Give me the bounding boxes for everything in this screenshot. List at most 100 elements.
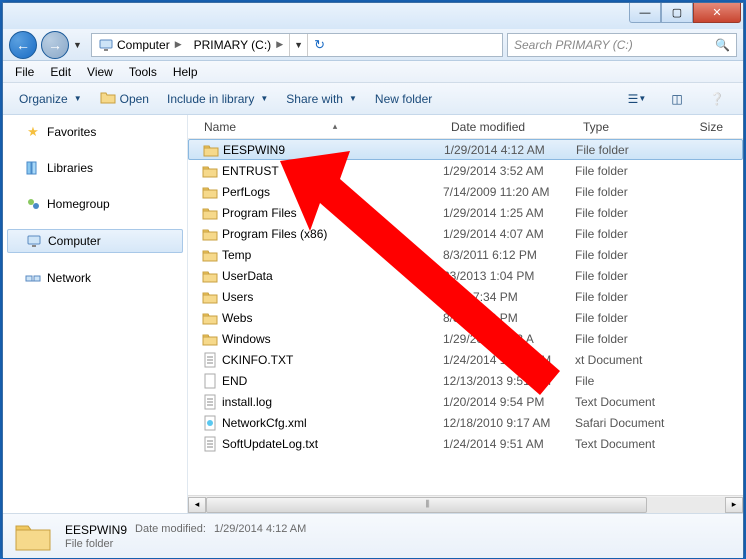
file-row[interactable]: SoftUpdateLog.txt1/24/2014 9:51 AMText D… — [188, 433, 743, 454]
menu-bar: File Edit View Tools Help — [3, 61, 743, 83]
xml-icon — [202, 415, 218, 431]
file-date: 1/29/2014 1:03 A — [443, 332, 575, 346]
homegroup-icon — [25, 196, 41, 212]
file-name: UserData — [222, 269, 273, 283]
nav-history-dropdown[interactable]: ▼ — [73, 40, 87, 50]
menu-tools[interactable]: Tools — [121, 63, 165, 81]
explorer-window: — ▢ ✕ ← → ▼ Computer ▶ PRIMARY (C:) ▶ ▼ … — [2, 2, 744, 557]
open-button[interactable]: Open — [92, 86, 157, 111]
txt-icon — [202, 394, 218, 410]
sidebar-libraries[interactable]: Libraries — [3, 157, 187, 179]
file-name: install.log — [222, 395, 272, 409]
folder-icon — [202, 268, 218, 284]
folder-icon — [202, 331, 218, 347]
file-row[interactable]: Windows1/29/2014 1:03 AFile folder — [188, 328, 743, 349]
file-row[interactable]: CKINFO.TXT1/24/2014 10:20 PM xt Document — [188, 349, 743, 370]
new-folder-button[interactable]: New folder — [367, 88, 440, 110]
file-date: 1/24/2014 10:20 PM — [443, 353, 575, 367]
file-date: 1/29/2014 4:07 AM — [443, 227, 575, 241]
file-date: 1/24/2014 9:51 AM — [443, 437, 575, 451]
file-row[interactable]: Webs8/31/2013 PMFile folder — [188, 307, 743, 328]
file-date: 8/31/2013 PM — [443, 311, 575, 325]
folder-icon — [202, 310, 218, 326]
file-date: 12/13/2013 9:51 PM — [443, 374, 575, 388]
network-icon — [25, 270, 41, 286]
minimize-button[interactable]: — — [629, 3, 661, 23]
details-pane: EESPWIN9 Date modified: 1/29/2014 4:12 A… — [3, 513, 743, 558]
file-name: Webs — [222, 311, 252, 325]
sidebar-network[interactable]: Network — [3, 267, 187, 289]
help-button[interactable]: ❔ — [699, 88, 735, 110]
address-bar[interactable]: Computer ▶ PRIMARY (C:) ▶ ▼ ↻ — [91, 33, 503, 57]
sidebar-favorites[interactable]: ★ Favorites — [3, 121, 187, 143]
computer-icon — [26, 233, 42, 249]
file-name: Users — [222, 290, 253, 304]
column-headers: Name ▴ Date modified Type Size — [188, 115, 743, 139]
file-row[interactable]: install.log1/20/2014 9:54 PMText Documen… — [188, 391, 743, 412]
file-type: Safari Document — [575, 416, 687, 430]
preview-pane-button[interactable]: ◫ — [659, 88, 695, 110]
scroll-thumb[interactable] — [206, 497, 647, 513]
file-row[interactable]: END12/13/2013 9:51 PMFile — [188, 370, 743, 391]
maximize-button[interactable]: ▢ — [661, 3, 693, 23]
file-date: 8/3/2011 6:12 PM — [443, 248, 575, 262]
file-date: 23/2013 1:04 PM — [443, 269, 575, 283]
file-row[interactable]: Users 1/24/ 7:34 PMFile folder — [188, 286, 743, 307]
file-type: File folder — [575, 290, 687, 304]
scroll-track[interactable] — [206, 497, 725, 513]
column-size[interactable]: Size — [687, 120, 732, 134]
include-library-button[interactable]: Include in library▼ — [159, 88, 276, 110]
menu-view[interactable]: View — [79, 63, 121, 81]
file-name: Temp — [222, 248, 251, 262]
file-row[interactable]: Temp8/3/2011 6:12 PMFile folder — [188, 244, 743, 265]
column-name[interactable]: Name ▴ — [188, 120, 443, 134]
folder-icon — [203, 142, 219, 158]
column-type[interactable]: Type — [575, 120, 687, 134]
folder-icon — [202, 289, 218, 305]
file-row[interactable]: Program Files (x86)1/29/2014 4:07 AMFile… — [188, 223, 743, 244]
file-list: EESPWIN91/29/2014 4:12 AMFile folderENTR… — [188, 139, 743, 495]
file-type: xt Document — [575, 353, 687, 367]
sidebar-homegroup[interactable]: Homegroup — [3, 193, 187, 215]
file-row[interactable]: ENTRUST1/29/2014 3:52 AMFile folder — [188, 160, 743, 181]
organize-button[interactable]: Organize▼ — [11, 88, 90, 110]
breadcrumb-drive[interactable]: PRIMARY (C:) ▶ — [188, 34, 290, 56]
forward-button[interactable]: → — [41, 31, 69, 59]
file-row[interactable]: EESPWIN91/29/2014 4:12 AMFile folder — [188, 139, 743, 160]
file-name: Windows — [222, 332, 271, 346]
file-type: Text Document — [575, 437, 687, 451]
close-button[interactable]: ✕ — [693, 3, 741, 23]
menu-edit[interactable]: Edit — [42, 63, 79, 81]
file-row[interactable]: PerfLogs7/14/2009 11:20 AMFile folder — [188, 181, 743, 202]
breadcrumb-computer[interactable]: Computer ▶ — [92, 34, 188, 56]
file-type: File folder — [576, 143, 688, 157]
scroll-left-button[interactable]: ◂ — [188, 497, 206, 513]
file-name: NetworkCfg.xml — [222, 416, 307, 430]
sidebar-computer[interactable]: Computer — [7, 229, 183, 253]
file-row[interactable]: Program Files1/29/2014 1:25 AMFile folde… — [188, 202, 743, 223]
menu-help[interactable]: Help — [165, 63, 206, 81]
menu-file[interactable]: File — [7, 63, 42, 81]
search-input[interactable]: Search PRIMARY (C:) 🔍 — [507, 33, 737, 57]
file-name: END — [222, 374, 247, 388]
titlebar: — ▢ ✕ — [3, 3, 743, 29]
view-options-button[interactable]: ☰ ▼ — [619, 88, 655, 110]
refresh-button[interactable]: ↻ — [307, 34, 331, 56]
file-date: 1/24/ 7:34 PM — [443, 290, 575, 304]
file-date: 1/29/2014 4:12 AM — [444, 143, 576, 157]
horizontal-scrollbar: ◂ ▸ — [188, 495, 743, 513]
sort-indicator-icon: ▴ — [333, 121, 338, 132]
file-row[interactable]: UserData23/2013 1:04 PMFile folder — [188, 265, 743, 286]
file-date: 12/18/2010 9:17 AM — [443, 416, 575, 430]
details-meta-label: Date modified: — [135, 523, 206, 537]
share-button[interactable]: Share with▼ — [278, 88, 365, 110]
address-dropdown[interactable]: ▼ — [289, 34, 307, 56]
computer-icon — [98, 37, 114, 53]
back-button[interactable]: ← — [9, 31, 37, 59]
column-date[interactable]: Date modified — [443, 120, 575, 134]
breadcrumb-label: Computer — [117, 38, 170, 52]
scroll-right-button[interactable]: ▸ — [725, 497, 743, 513]
star-icon: ★ — [25, 124, 41, 140]
libraries-icon — [25, 160, 41, 176]
file-row[interactable]: NetworkCfg.xml 12/18/2010 9:17 AMSafari D… — [188, 412, 743, 433]
